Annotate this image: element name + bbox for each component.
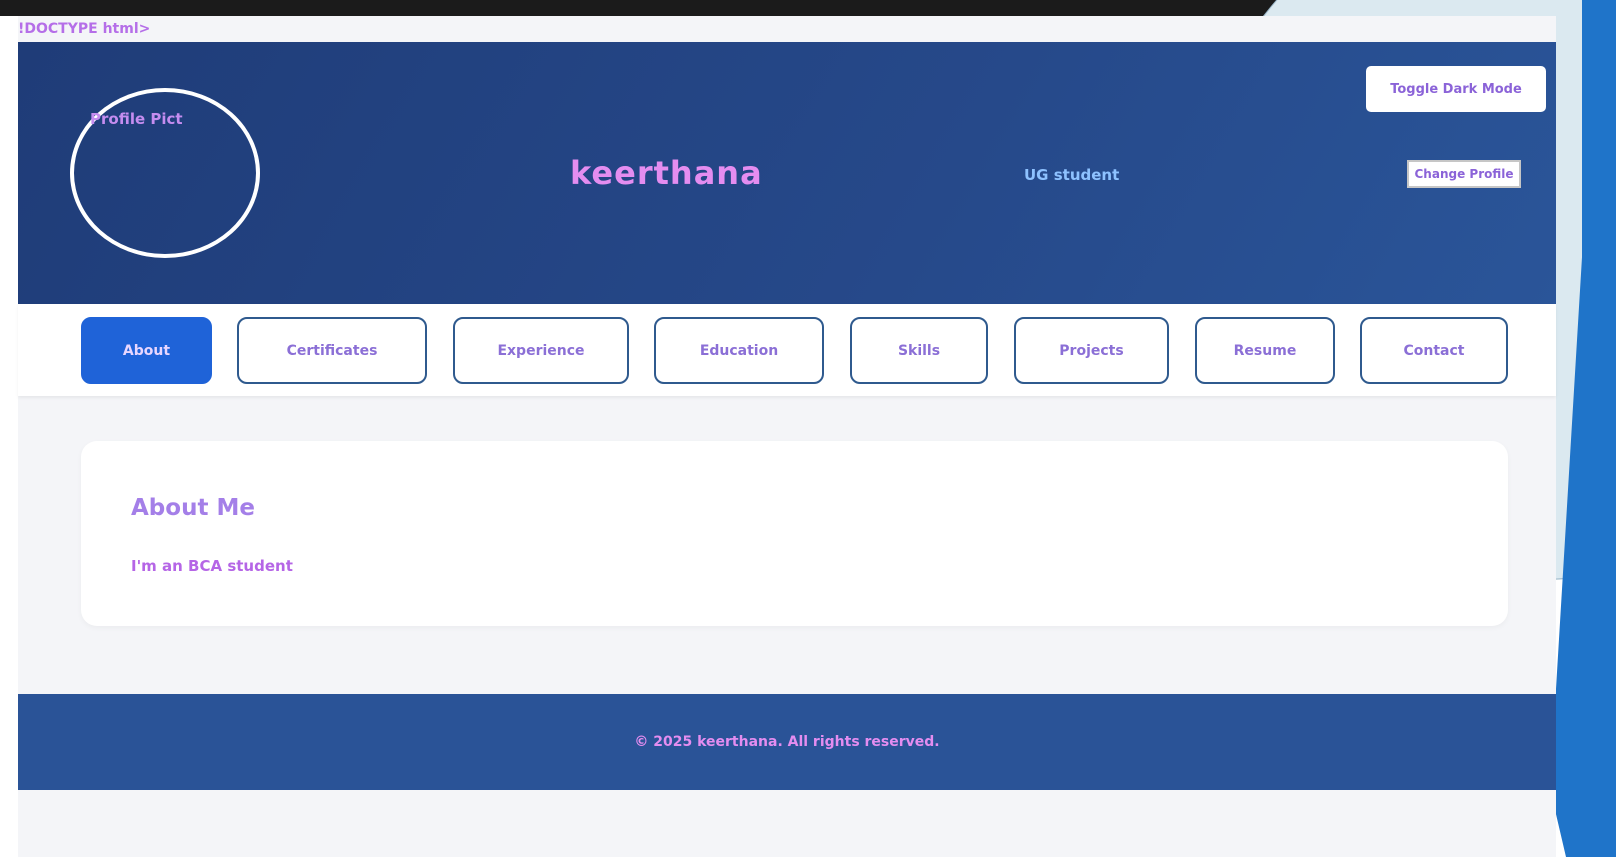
nav-contact[interactable]: Contact [1360, 317, 1508, 384]
profile-name: keerthana [570, 154, 763, 192]
nav-projects[interactable]: Projects [1014, 317, 1169, 384]
nav-resume[interactable]: Resume [1195, 317, 1335, 384]
about-section: About Me I'm an BCA student [81, 441, 1508, 626]
about-text: I'm an BCA student [131, 557, 293, 575]
profile-tagline: UG student [1024, 166, 1120, 184]
nav-skills[interactable]: Skills [850, 317, 988, 384]
about-title: About Me [131, 495, 255, 521]
nav-education[interactable]: Education [654, 317, 824, 384]
footer-copyright: © 2025 keerthana. All rights reserved. [634, 734, 940, 750]
change-profile-button[interactable]: Change Profile [1407, 160, 1521, 188]
profile-picture-alt-text: Profile Pict [90, 110, 183, 128]
window-top-bar [0, 0, 1616, 16]
decor-blue-shape [1550, 0, 1616, 857]
nav-experience[interactable]: Experience [453, 317, 629, 384]
section-nav: About Certificates Experience Education … [18, 304, 1556, 396]
profile-header: Profile Pict keerthana UG student Toggle… [18, 42, 1556, 304]
nav-certificates[interactable]: Certificates [237, 317, 427, 384]
doctype-text: !DOCTYPE html> [18, 16, 1556, 42]
page-footer: © 2025 keerthana. All rights reserved. [18, 694, 1556, 790]
nav-about[interactable]: About [81, 317, 212, 384]
toggle-dark-mode-button[interactable]: Toggle Dark Mode [1366, 66, 1546, 112]
web-page: !DOCTYPE html> Profile Pict keerthana UG… [18, 16, 1556, 857]
profile-picture[interactable]: Profile Pict [70, 88, 260, 258]
